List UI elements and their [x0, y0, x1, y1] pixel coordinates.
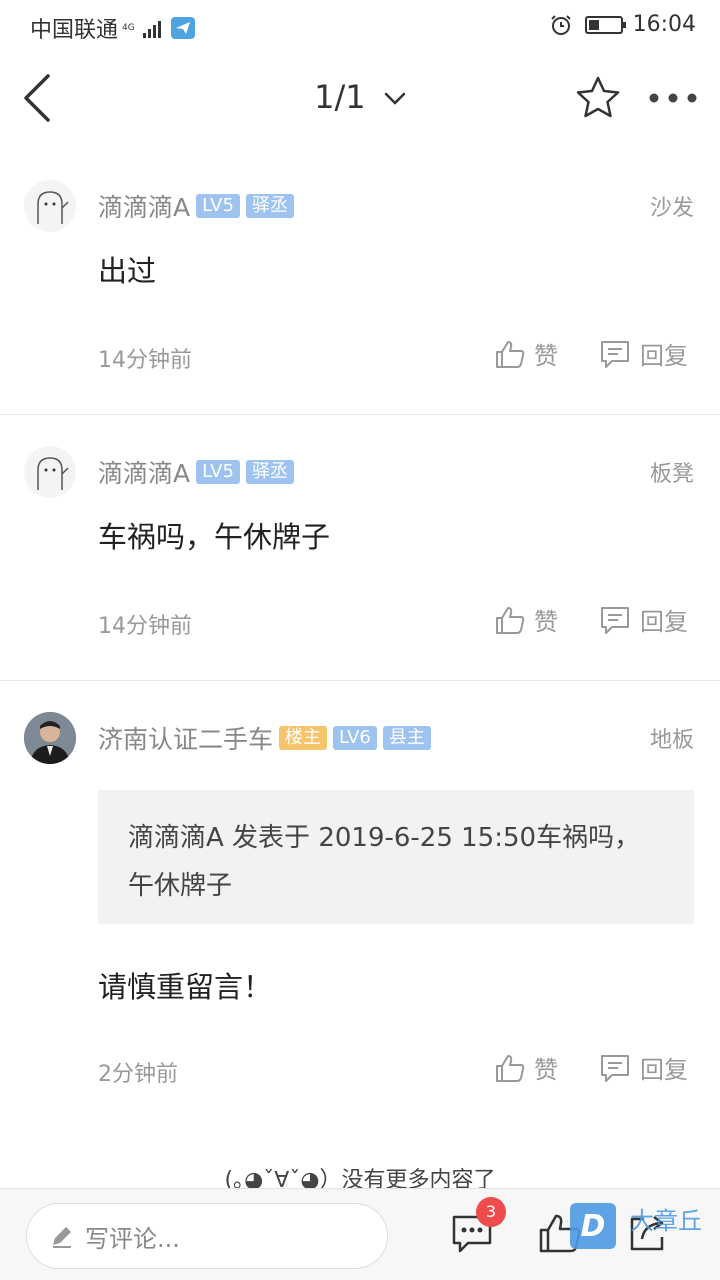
- reply-button[interactable]: 回复: [598, 1050, 688, 1085]
- divider: [0, 680, 720, 681]
- clock: 16:04: [632, 12, 696, 37]
- comment-placeholder: 写评论...: [85, 1224, 180, 1253]
- status-bar: 中国联通 4G 16:04: [0, 0, 720, 50]
- watermark-text: 大章丘: [630, 1206, 702, 1235]
- username[interactable]: 滴滴滴A: [98, 188, 190, 224]
- quoted-reply: 滴滴滴A 发表于 2019-6-25 15:50车祸吗，午休牌子: [98, 790, 694, 924]
- thumbs-up-icon: [496, 606, 525, 634]
- reply-label: 回复: [640, 342, 688, 370]
- like-button[interactable]: 赞: [494, 336, 558, 371]
- post-time: 14分钟前: [98, 348, 192, 373]
- post-time: 2分钟前: [98, 1062, 178, 1087]
- author-row: 济南认证二手车 楼主 LV6 县主: [98, 720, 431, 756]
- post-content: 请慎重留言！: [98, 970, 273, 1004]
- level-badge: LV5: [196, 194, 240, 218]
- reply-post-1: 滴滴滴A LV5 驿丞 沙发 出过 14分钟前 赞 回复: [0, 150, 720, 414]
- watermark-logo: D: [570, 1203, 616, 1249]
- reply-label: 回复: [640, 608, 688, 636]
- like-label: 赞: [534, 342, 558, 370]
- like-button[interactable]: 赞: [494, 602, 558, 637]
- divider: [0, 414, 720, 415]
- avatar[interactable]: [24, 180, 76, 232]
- floor-label: 沙发: [649, 196, 694, 221]
- level-badge: LV6: [333, 726, 377, 750]
- post-time: 14分钟前: [98, 614, 192, 639]
- chevron-down-icon: [384, 92, 406, 105]
- reply-button[interactable]: 回复: [598, 336, 688, 371]
- title-badge: 县主: [382, 726, 431, 750]
- title-badge: 驿丞: [245, 194, 294, 218]
- username[interactable]: 滴滴滴A: [98, 454, 190, 490]
- author-row: 滴滴滴A LV5 驿丞: [98, 188, 294, 224]
- network-type: 4G: [122, 22, 135, 33]
- avatar[interactable]: [24, 446, 76, 498]
- app-notification-icon: [170, 17, 195, 39]
- more-options-icon[interactable]: [648, 88, 698, 108]
- watermark: D 大章丘: [570, 1203, 702, 1249]
- carrier-label: 中国联通: [30, 18, 119, 43]
- comment-icon: [601, 340, 629, 368]
- username[interactable]: 济南认证二手车: [98, 720, 273, 756]
- nav-bar: 1/1: [0, 50, 720, 146]
- floor-label: 板凳: [649, 462, 694, 487]
- page-indicator: 1/1: [314, 78, 366, 116]
- comment-input[interactable]: 写评论...: [26, 1203, 388, 1269]
- avatar[interactable]: [24, 712, 76, 764]
- title-badge: 驿丞: [245, 460, 294, 484]
- like-label: 赞: [534, 608, 558, 636]
- battery-icon: [584, 15, 626, 34]
- comment-icon: [601, 1054, 629, 1082]
- level-badge: LV5: [196, 460, 240, 484]
- post-content: 车祸吗，午休牌子: [98, 520, 331, 554]
- reply-post-3: 济南认证二手车 楼主 LV6 县主 地板 滴滴滴A 发表于 2019-6-25 …: [0, 682, 720, 1122]
- like-label: 赞: [534, 1056, 558, 1084]
- floor-label: 地板: [649, 728, 694, 753]
- comment-count-badge: 3: [476, 1197, 506, 1227]
- thumbs-up-icon: [496, 340, 525, 368]
- author-row: 滴滴滴A LV5 驿丞: [98, 454, 294, 490]
- alarm-icon: [550, 14, 571, 35]
- pencil-icon: [53, 1227, 71, 1248]
- favorite-star-icon[interactable]: [574, 74, 622, 122]
- post-content: 出过: [98, 254, 157, 288]
- thumbs-up-icon: [496, 1054, 525, 1082]
- owner-badge: 楼主: [279, 726, 328, 750]
- bottom-bar: 写评论... 3 D 大章丘: [0, 1188, 720, 1280]
- reply-button[interactable]: 回复: [598, 602, 688, 637]
- signal-icon: [142, 18, 161, 38]
- like-button[interactable]: 赞: [494, 1050, 558, 1085]
- reply-post-2: 滴滴滴A LV5 驿丞 板凳 车祸吗，午休牌子 14分钟前 赞 回复: [0, 416, 720, 680]
- comment-icon: [601, 606, 629, 634]
- reply-label: 回复: [640, 1056, 688, 1084]
